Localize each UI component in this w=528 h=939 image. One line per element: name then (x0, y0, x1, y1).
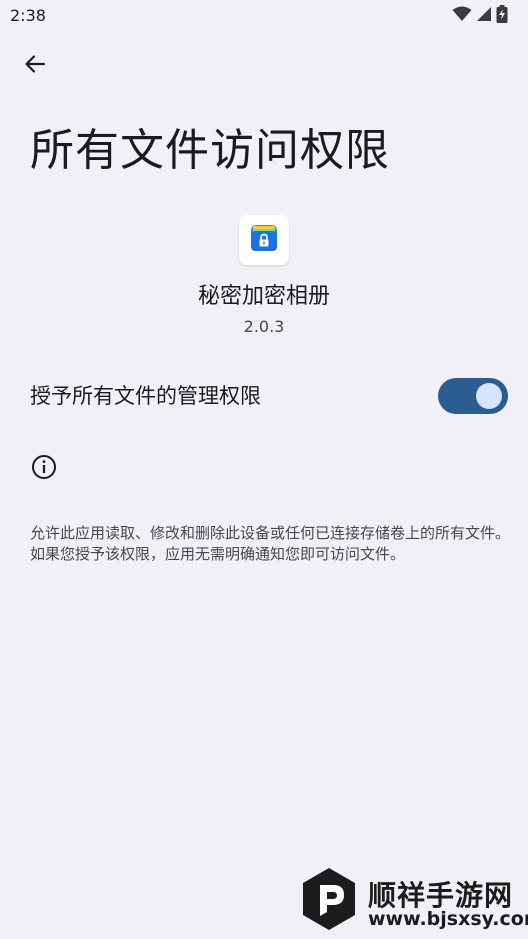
app-name: 秘密加密相册 (197, 284, 330, 309)
permission-label: 授予所有文件的管理权限 (30, 384, 261, 408)
watermark: 顺祥手游网 www.bjsxsy.com (300, 866, 528, 936)
info-icon (31, 454, 57, 480)
permission-toggle[interactable] (438, 378, 508, 414)
wifi-icon (452, 6, 472, 26)
status-time: 2:38 (10, 6, 46, 25)
status-bar: 2:38 (0, 0, 528, 32)
arrow-left-icon (23, 52, 47, 80)
watermark-logo-icon (300, 866, 358, 936)
signal-icon (476, 6, 492, 26)
app-version: 2.0.3 (243, 317, 285, 336)
page-title: 所有文件访问权限 (30, 125, 390, 177)
locked-album-icon (249, 223, 279, 257)
watermark-url: www.bjsxsy.com (368, 908, 528, 930)
permission-description: 允许此应用读取、修改和删除此设备或任何已连接存储卷上的所有文件。如果您授予该权限… (30, 524, 511, 563)
back-button[interactable] (14, 46, 56, 86)
toggle-thumb (476, 383, 502, 409)
status-icons (452, 5, 508, 27)
permission-row[interactable]: 授予所有文件的管理权限 (0, 370, 528, 424)
battery-charging-icon (496, 5, 508, 27)
app-icon (239, 215, 289, 265)
